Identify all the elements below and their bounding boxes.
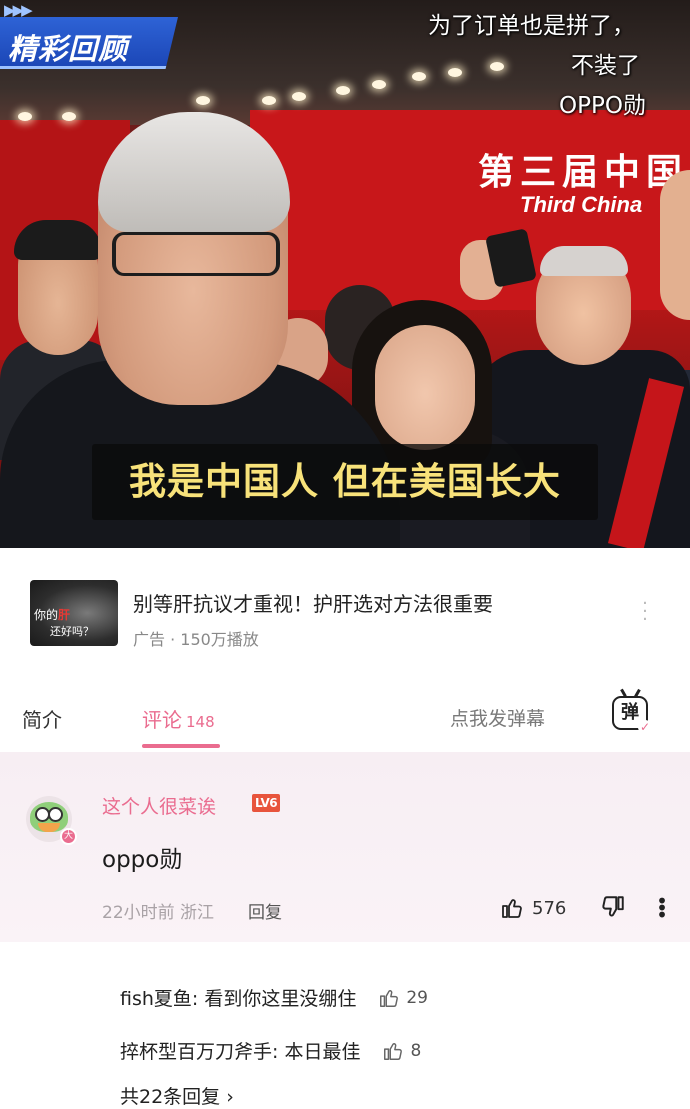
comment-item: 大 这个人很菜诶 LV6 oppo勋 22小时前 浙江 回复 576 • • • (0, 752, 690, 942)
danmaku-input[interactable]: 点我发弹幕 (450, 704, 545, 731)
ceiling-light (336, 86, 350, 95)
banner-text-cn: 第三届中国 (478, 152, 689, 193)
comment-count: 148 (186, 713, 215, 731)
ceiling-light (62, 112, 76, 121)
more-options-icon[interactable]: · · · (638, 595, 652, 629)
thumbs-up-icon (382, 1040, 404, 1062)
danmaku-toggle-button[interactable]: 弹 ✓ (612, 696, 652, 734)
ad-thumbnail-subtext: 还好吗？ (50, 625, 94, 638)
comment-text: oppo勋 (102, 847, 183, 873)
ceiling-light (412, 72, 426, 81)
ceiling-light (490, 62, 504, 71)
banner-text-en: Third China (520, 192, 643, 217)
ad-meta: 广告 · 150万播放 (133, 630, 259, 649)
crowd-person (14, 220, 102, 260)
check-icon: ✓ (638, 720, 652, 734)
level-badge: LV6 (252, 794, 281, 812)
crowd-person (540, 246, 628, 276)
video-player[interactable]: 第三届中国 Third China 精彩回顾 ▶▶▶ 为了订单也是拼了， 不装了… (0, 0, 690, 548)
badge-arrows: ▶▶▶ (4, 1, 33, 19)
ceiling-light (196, 96, 210, 105)
crowd-person (375, 325, 475, 450)
reply-like-button[interactable]: 8 (382, 1040, 421, 1062)
vip-badge: 大 (60, 828, 77, 845)
reply-like-count: 8 (410, 1040, 422, 1061)
video-subtitle: 我是中国人 但在美国长大 (92, 444, 598, 520)
like-count: 576 (532, 897, 567, 919)
like-button[interactable]: 576 (500, 894, 566, 922)
tab-comments[interactable]: 评论 148 (142, 704, 215, 733)
caption-line-2: 不装了 (571, 53, 640, 79)
tab-intro[interactable]: 简介 (22, 704, 62, 733)
reply-item[interactable]: 捽杯型百万刀斧手: 本日最佳 8 (120, 1037, 421, 1064)
highlights-badge: 精彩回顾 (0, 17, 178, 69)
reply-list: fish夏鱼: 看到你这里没绷住 29 捽杯型百万刀斧手: 本日最佳 8 共22… (0, 942, 690, 1108)
ad-card[interactable]: 你的肝 还好吗？ 别等肝抗议才重视！护肝选对方法很重要 广告 · 150万播放 … (0, 560, 690, 668)
dislike-button[interactable] (600, 894, 626, 920)
highlights-badge-text: 精彩回顾 (8, 32, 129, 66)
crowd-person (660, 170, 690, 320)
reply-text: 捽杯型百万刀斧手: 本日最佳 (120, 1041, 361, 1063)
ad-thumbnail-text: 你的肝 (34, 608, 71, 622)
ceiling-light (448, 68, 462, 77)
reply-like-count: 29 (406, 987, 428, 1008)
ad-thumbnail[interactable]: 你的肝 还好吗？ (30, 580, 118, 646)
tab-bar: 简介 评论 148 点我发弹幕 弹 ✓ (0, 686, 690, 752)
reply-text: fish夏鱼: 看到你这里没绷住 (120, 988, 357, 1010)
danmaku-icon: 弹 (621, 702, 639, 723)
view-all-replies-label: 共22条回复 (120, 1086, 221, 1108)
ceiling-light (292, 92, 306, 101)
thumbs-down-icon (600, 894, 626, 920)
main-speaker (112, 232, 280, 276)
caption-line-1: 为了订单也是拼了， (428, 13, 635, 39)
caption-line-3: OPPO勋 (559, 93, 646, 119)
ceiling-light (372, 80, 386, 89)
chevron-right-icon: › (226, 1086, 234, 1108)
reply-like-button[interactable]: 29 (378, 987, 428, 1009)
reply-item[interactable]: fish夏鱼: 看到你这里没绷住 29 (120, 984, 428, 1011)
view-all-replies-link[interactable]: 共22条回复 › (120, 1082, 234, 1109)
tab-comments-label: 评论 (142, 708, 182, 732)
active-tab-indicator (142, 744, 220, 748)
thumbs-up-icon (378, 987, 400, 1009)
ceiling-light (18, 112, 32, 121)
comment-time-location: 22小时前 浙江 (102, 903, 215, 923)
thumbs-up-icon (500, 896, 524, 920)
ad-title[interactable]: 别等肝抗议才重视！护肝选对方法很重要 (133, 588, 493, 617)
ceiling-light (262, 96, 276, 105)
comment-username[interactable]: 这个人很菜诶 (102, 792, 216, 819)
reply-button[interactable]: 回复 (248, 898, 282, 923)
comment-more-icon[interactable]: • • • (654, 891, 670, 925)
